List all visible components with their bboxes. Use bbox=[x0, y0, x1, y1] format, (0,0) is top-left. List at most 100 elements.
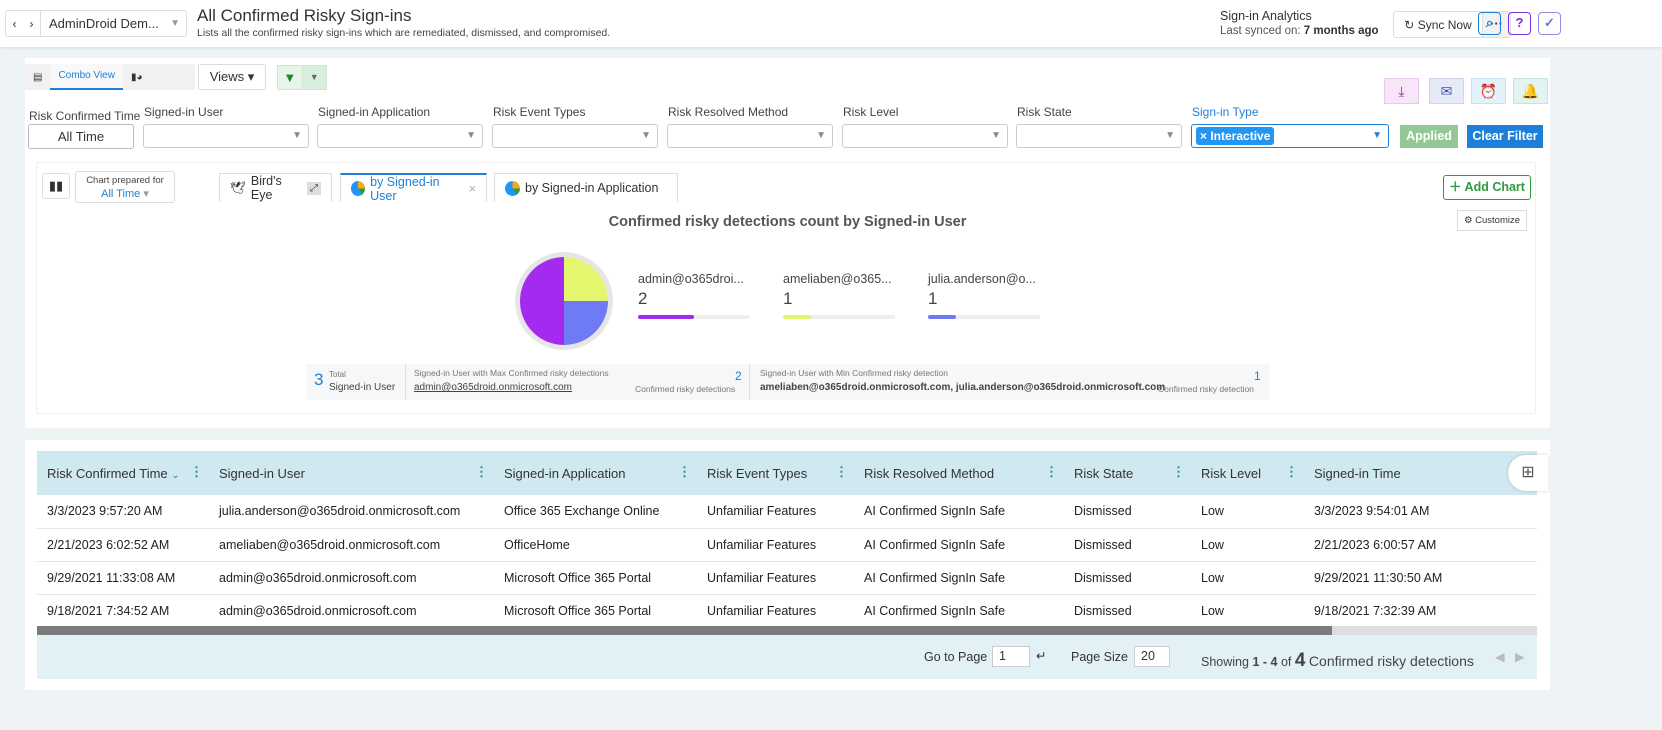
chevron-down-icon[interactable]: ▼ bbox=[301, 66, 326, 89]
applied-button[interactable]: Applied bbox=[1400, 125, 1458, 148]
table-cell: 9/29/2021 11:33:08 AM bbox=[37, 561, 209, 595]
showing-range: 1 - 4 bbox=[1252, 655, 1278, 669]
legend-value: 2 bbox=[638, 289, 648, 308]
filter-label-risk-confirmed-time: Risk Confirmed Time bbox=[29, 109, 141, 123]
table-cell: 2/21/2023 6:00:57 AM bbox=[1304, 528, 1537, 562]
column-label: Risk Event Types bbox=[707, 465, 808, 481]
risk-level-select[interactable]: ▼ bbox=[842, 124, 1008, 148]
tenant-selector[interactable]: AdminDroid Dem... ▼ bbox=[40, 11, 186, 36]
table-cell: Unfamiliar Features bbox=[697, 495, 854, 529]
forward-icon[interactable]: › bbox=[23, 17, 40, 31]
table-cell: Low bbox=[1191, 528, 1304, 562]
total-label: Total bbox=[329, 370, 346, 379]
table-cell: Unfamiliar Features bbox=[697, 561, 854, 595]
column-header[interactable]: Risk Event Types ⋮ bbox=[697, 451, 854, 495]
chart-title: Confirmed risky detections count by Sign… bbox=[608, 214, 967, 230]
legend-item[interactable]: admin@o365droi... 2 bbox=[638, 272, 750, 319]
column-header[interactable]: Risk Resolved Method ⋮ bbox=[854, 451, 1064, 495]
pie-slice-1[interactable] bbox=[564, 257, 608, 301]
column-menu-icon[interactable]: ⋮ bbox=[678, 464, 691, 480]
legend-item[interactable]: julia.anderson@o... 1 bbox=[928, 272, 1040, 319]
filter-button[interactable]: ▼ ▼ bbox=[277, 65, 327, 90]
table-cell: AI Confirmed SignIn Safe bbox=[854, 495, 1064, 529]
page-input[interactable]: 1 bbox=[992, 646, 1030, 667]
enter-icon[interactable]: ↵ bbox=[1036, 648, 1046, 663]
go-to-page-label: Go to Page bbox=[924, 650, 988, 664]
expand-icon[interactable]: ⤢ bbox=[307, 181, 321, 195]
min-users: ameliaben@o365droid.onmicrosoft.com, jul… bbox=[760, 382, 1166, 393]
filter-label-sign-in-type: Sign-in Type bbox=[1192, 105, 1259, 119]
risk-resolved-method-select[interactable]: ▼ bbox=[667, 124, 833, 148]
task-check-icon[interactable]: ✓ bbox=[1538, 12, 1561, 35]
sign-in-type-select[interactable]: × Interactive ▼ bbox=[1191, 124, 1389, 148]
sync-label: Sync Now bbox=[1417, 17, 1472, 32]
download-icon[interactable]: ⤓ bbox=[1384, 78, 1419, 104]
chevron-down-icon: ▼ bbox=[292, 130, 302, 141]
signed-in-application-select[interactable]: ▼ bbox=[317, 124, 483, 148]
chart-prepared-label: Chart prepared for bbox=[86, 175, 164, 186]
table-cell: 9/18/2021 7:34:52 AM bbox=[37, 594, 209, 628]
column-header[interactable]: Signed-in Application ⋮ bbox=[494, 451, 697, 495]
chart-view-icon[interactable]: ▮◕ bbox=[123, 72, 151, 83]
sort-icon[interactable]: ⌄ bbox=[171, 470, 179, 481]
column-header[interactable]: Risk State ⋮ bbox=[1064, 451, 1191, 495]
records-unit: Confirmed risky detections bbox=[1308, 653, 1474, 669]
back-icon[interactable]: ‹ bbox=[6, 17, 23, 31]
page-size-input[interactable]: 20 bbox=[1134, 646, 1170, 667]
interactive-chip[interactable]: × Interactive bbox=[1196, 127, 1275, 145]
search-icon[interactable]: ⌕ bbox=[1478, 12, 1501, 35]
next-page-icon[interactable]: ▶ bbox=[1515, 649, 1525, 664]
bell-icon[interactable]: 🔔 bbox=[1513, 78, 1548, 104]
column-header[interactable]: Signed-in User ⋮ bbox=[209, 451, 494, 495]
mail-icon[interactable]: ✉ bbox=[1429, 78, 1464, 104]
table-row: 3/3/2023 9:57:20 AM julia.anderson@o365dr… bbox=[37, 495, 1537, 529]
column-settings-icon[interactable]: ⊞ bbox=[1508, 455, 1548, 491]
risk-state-select[interactable]: ▼ bbox=[1016, 124, 1182, 148]
tab-by-signed-in-user[interactable]: by Signed-in User × bbox=[340, 173, 487, 203]
add-chart-button[interactable]: ＋ Add Chart bbox=[1443, 175, 1531, 200]
column-menu-icon[interactable]: ⋮ bbox=[835, 464, 848, 480]
tab-by-signed-in-application[interactable]: by Signed-in Application bbox=[494, 173, 678, 202]
views-dropdown[interactable]: Views ▾ bbox=[198, 64, 266, 90]
legend-bar-fill bbox=[638, 315, 694, 319]
table-cell: 3/3/2023 9:54:01 AM bbox=[1304, 495, 1537, 529]
column-menu-icon[interactable]: ⋮ bbox=[190, 464, 203, 480]
page-subtitle: Lists all the confirmed risky sign-ins w… bbox=[197, 27, 611, 39]
prev-page-icon[interactable]: ◀ bbox=[1495, 649, 1505, 664]
alarm-clock-icon[interactable]: ⏰ bbox=[1471, 78, 1506, 104]
clear-filter-button[interactable]: Clear Filter bbox=[1467, 125, 1543, 148]
chevron-down-icon: ▼ bbox=[1165, 130, 1175, 141]
column-menu-icon[interactable]: ⋮ bbox=[475, 464, 488, 480]
max-user-link[interactable]: admin@o365droid.onmicrosoft.com bbox=[414, 382, 572, 393]
column-header[interactable]: Signed-in Time⋮ bbox=[1304, 451, 1537, 495]
legend-item[interactable]: ameliaben@o365... 1 bbox=[783, 272, 895, 319]
filter-label-signed-in-user: Signed-in User bbox=[144, 105, 224, 119]
horizontal-scrollbar[interactable] bbox=[37, 626, 1537, 635]
risk-event-types-select[interactable]: ▼ bbox=[492, 124, 658, 148]
column-header[interactable]: Risk Level ⋮ bbox=[1191, 451, 1304, 495]
column-menu-icon[interactable]: ⋮ bbox=[1045, 464, 1058, 480]
table-cell: admin@o365droid.onmicrosoft.com bbox=[209, 561, 494, 595]
chart-period-selector[interactable]: Chart prepared for All Time ▾ bbox=[75, 171, 175, 203]
help-icon[interactable]: ? bbox=[1508, 12, 1531, 35]
column-header[interactable]: Risk Confirmed Time ⌄ ⋮ bbox=[37, 451, 209, 495]
risk-confirmed-time-button[interactable]: All Time bbox=[28, 124, 134, 149]
table-cell: AI Confirmed SignIn Safe bbox=[854, 561, 1064, 595]
column-menu-icon[interactable]: ⋮ bbox=[1172, 464, 1185, 480]
table-cell: admin@o365droid.onmicrosoft.com bbox=[209, 594, 494, 628]
combo-view-tab[interactable]: Combo View bbox=[50, 64, 123, 90]
min-unit: Confirmed risky detection bbox=[1158, 384, 1254, 394]
tab-birds-eye[interactable]: 🕊 Bird's Eye ⤢ bbox=[219, 173, 332, 202]
bar-chart-icon[interactable]: ▮▮ bbox=[42, 173, 70, 199]
legend-bar bbox=[928, 315, 1040, 319]
filter-label-risk-event-types: Risk Event Types bbox=[493, 105, 586, 119]
column-menu-icon[interactable]: ⋮ bbox=[1285, 464, 1298, 480]
column-label: Signed-in User bbox=[219, 465, 305, 481]
scrollbar-thumb[interactable] bbox=[37, 626, 1332, 635]
close-icon[interactable]: × bbox=[469, 182, 476, 196]
document-icon[interactable]: ▤ bbox=[25, 72, 50, 83]
pie-slice-2[interactable] bbox=[564, 301, 608, 345]
last-synced-value: 7 months ago bbox=[1303, 25, 1379, 37]
signed-in-user-select[interactable]: ▼ bbox=[143, 124, 309, 148]
legend-label: julia.anderson@o... bbox=[928, 272, 1036, 286]
